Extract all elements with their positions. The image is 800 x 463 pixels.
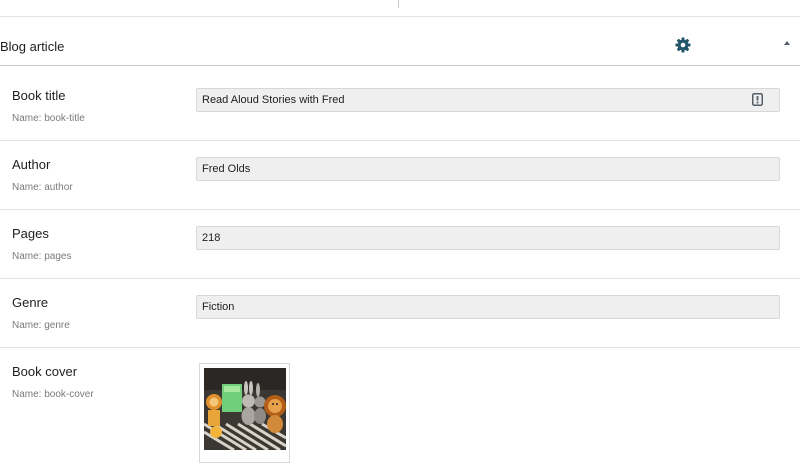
panel-title: Blog article (0, 39, 65, 54)
field-row-book-cover: Book cover Name: book-cover (0, 348, 800, 454)
field-row-genre: Genre Name: genre (0, 279, 800, 348)
gear-icon[interactable] (675, 37, 691, 53)
panel-header[interactable]: Blog article (0, 17, 800, 66)
field-info-icon[interactable] (752, 93, 763, 106)
book-cover-image[interactable] (199, 363, 290, 463)
field-label: Author (12, 157, 51, 172)
field-row-pages: Pages Name: pages (0, 210, 800, 279)
book-title-input[interactable] (196, 88, 780, 112)
genre-input[interactable] (196, 295, 780, 319)
field-row-book-title: Book title Name: book-title (0, 72, 800, 141)
field-name: Name: author (12, 182, 73, 193)
field-name: Name: book-title (12, 113, 85, 124)
field-row-author: Author Name: author (0, 141, 800, 210)
field-name: Name: book-cover (12, 389, 94, 400)
field-name: Name: pages (12, 251, 72, 262)
field-label: Book cover (12, 364, 78, 379)
author-input[interactable] (196, 157, 780, 181)
top-strip (0, 0, 800, 17)
pages-input[interactable] (196, 226, 780, 250)
field-label: Pages (12, 226, 49, 241)
field-label: Genre (12, 295, 49, 310)
divider (398, 0, 399, 8)
field-name: Name: genre (12, 320, 70, 331)
field-label: Book title (12, 88, 66, 103)
collapse-icon[interactable] (782, 38, 792, 48)
book-cover-thumbnail (204, 368, 286, 450)
